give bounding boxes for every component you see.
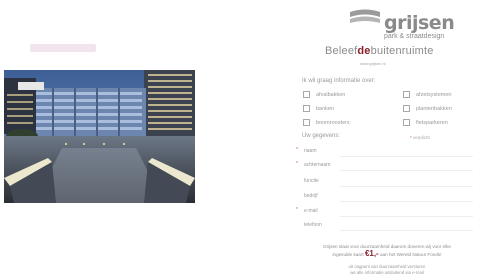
field-telefoon[interactable]: telefoon bbox=[300, 221, 473, 233]
checkbox[interactable] bbox=[403, 91, 410, 98]
option-afzetsystemen[interactable]: afzetsystemen bbox=[403, 91, 451, 98]
option-banken[interactable]: banken bbox=[303, 105, 334, 112]
slogan-part: buitenruimte bbox=[370, 45, 434, 57]
field-functie[interactable]: functie bbox=[300, 177, 473, 189]
field-label: functie bbox=[304, 178, 319, 184]
checkbox[interactable] bbox=[303, 119, 310, 126]
donation-amount: €1,- bbox=[364, 249, 379, 258]
field-bedrijf[interactable]: bedrijf bbox=[300, 192, 473, 204]
input-line[interactable] bbox=[340, 230, 473, 231]
field-naam[interactable]: * naam bbox=[296, 147, 473, 159]
input-line[interactable] bbox=[340, 156, 473, 157]
option-plantenbakken[interactable]: plantenbakken bbox=[403, 105, 452, 112]
building-photo bbox=[4, 70, 195, 203]
option-label: afzetsystemen bbox=[416, 91, 452, 98]
slogan: Beleefdebuitenruimte bbox=[325, 45, 434, 57]
email-note-line-2: we alle informatie uitsluitend via e-mai… bbox=[350, 270, 424, 275]
slogan-part: Beleef bbox=[325, 45, 358, 57]
donation-text: aan het Wereld Natuur Fonds! bbox=[380, 252, 442, 257]
option-fietsparkeren[interactable]: fietsparkeren bbox=[403, 119, 448, 126]
required-star: * bbox=[296, 147, 298, 153]
option-label: afvalbakken bbox=[316, 91, 346, 98]
donation-line-1: Grijsen staat voor duurzaamheid daarom d… bbox=[323, 244, 451, 249]
checkbox[interactable] bbox=[403, 119, 410, 126]
required-star: * bbox=[410, 135, 412, 140]
field-achternaam[interactable]: * achternaam bbox=[296, 161, 473, 173]
field-label: telefoon bbox=[304, 222, 322, 228]
faint-header-tab bbox=[30, 44, 96, 52]
field-label: bedrijf bbox=[304, 193, 318, 199]
email-note: uit oogpunt van duurzaamheid versturen w… bbox=[296, 264, 478, 276]
donation-note: Grijsen staat voor duurzaamheid daarom d… bbox=[296, 243, 478, 258]
form-title: Ik wil graag informatie over: bbox=[302, 78, 376, 84]
required-star: * bbox=[296, 207, 298, 213]
checkbox[interactable] bbox=[303, 91, 310, 98]
details-label: Uw gegevens: bbox=[302, 133, 341, 139]
slogan-accent: de bbox=[357, 45, 371, 57]
field-label: naam bbox=[304, 148, 317, 154]
option-boomroosters[interactable]: boomroosters bbox=[303, 119, 350, 126]
option-label: banken bbox=[316, 105, 335, 112]
brand-tagline: park & straatdesign bbox=[384, 33, 445, 40]
logo-swoosh-icon bbox=[350, 9, 380, 23]
input-line[interactable] bbox=[340, 201, 473, 202]
field-label: e-mail bbox=[304, 208, 318, 214]
brand-name: grijsen bbox=[384, 12, 455, 34]
input-line[interactable] bbox=[340, 186, 473, 187]
required-text: verplicht bbox=[413, 135, 430, 140]
website-url: www.grijsen.nl bbox=[360, 61, 386, 66]
option-label: plantenbakken bbox=[416, 105, 452, 112]
input-line[interactable] bbox=[340, 170, 473, 171]
checkbox[interactable] bbox=[303, 105, 310, 112]
required-star: * bbox=[296, 161, 298, 167]
option-label: boomroosters bbox=[316, 119, 350, 126]
required-note: * verplicht bbox=[410, 135, 430, 140]
input-line[interactable] bbox=[340, 216, 473, 217]
donation-text: ingevulde kaart bbox=[332, 252, 364, 257]
donation-line-2: ingevulde kaart €1,- aan het Wereld Natu… bbox=[296, 250, 478, 258]
option-label: fietsparkeren bbox=[416, 119, 448, 126]
option-afvalbakken[interactable]: afvalbakken bbox=[303, 91, 345, 98]
checkbox[interactable] bbox=[403, 105, 410, 112]
field-e-mail[interactable]: * e-mail bbox=[296, 207, 473, 219]
field-label: achternaam bbox=[304, 162, 331, 168]
